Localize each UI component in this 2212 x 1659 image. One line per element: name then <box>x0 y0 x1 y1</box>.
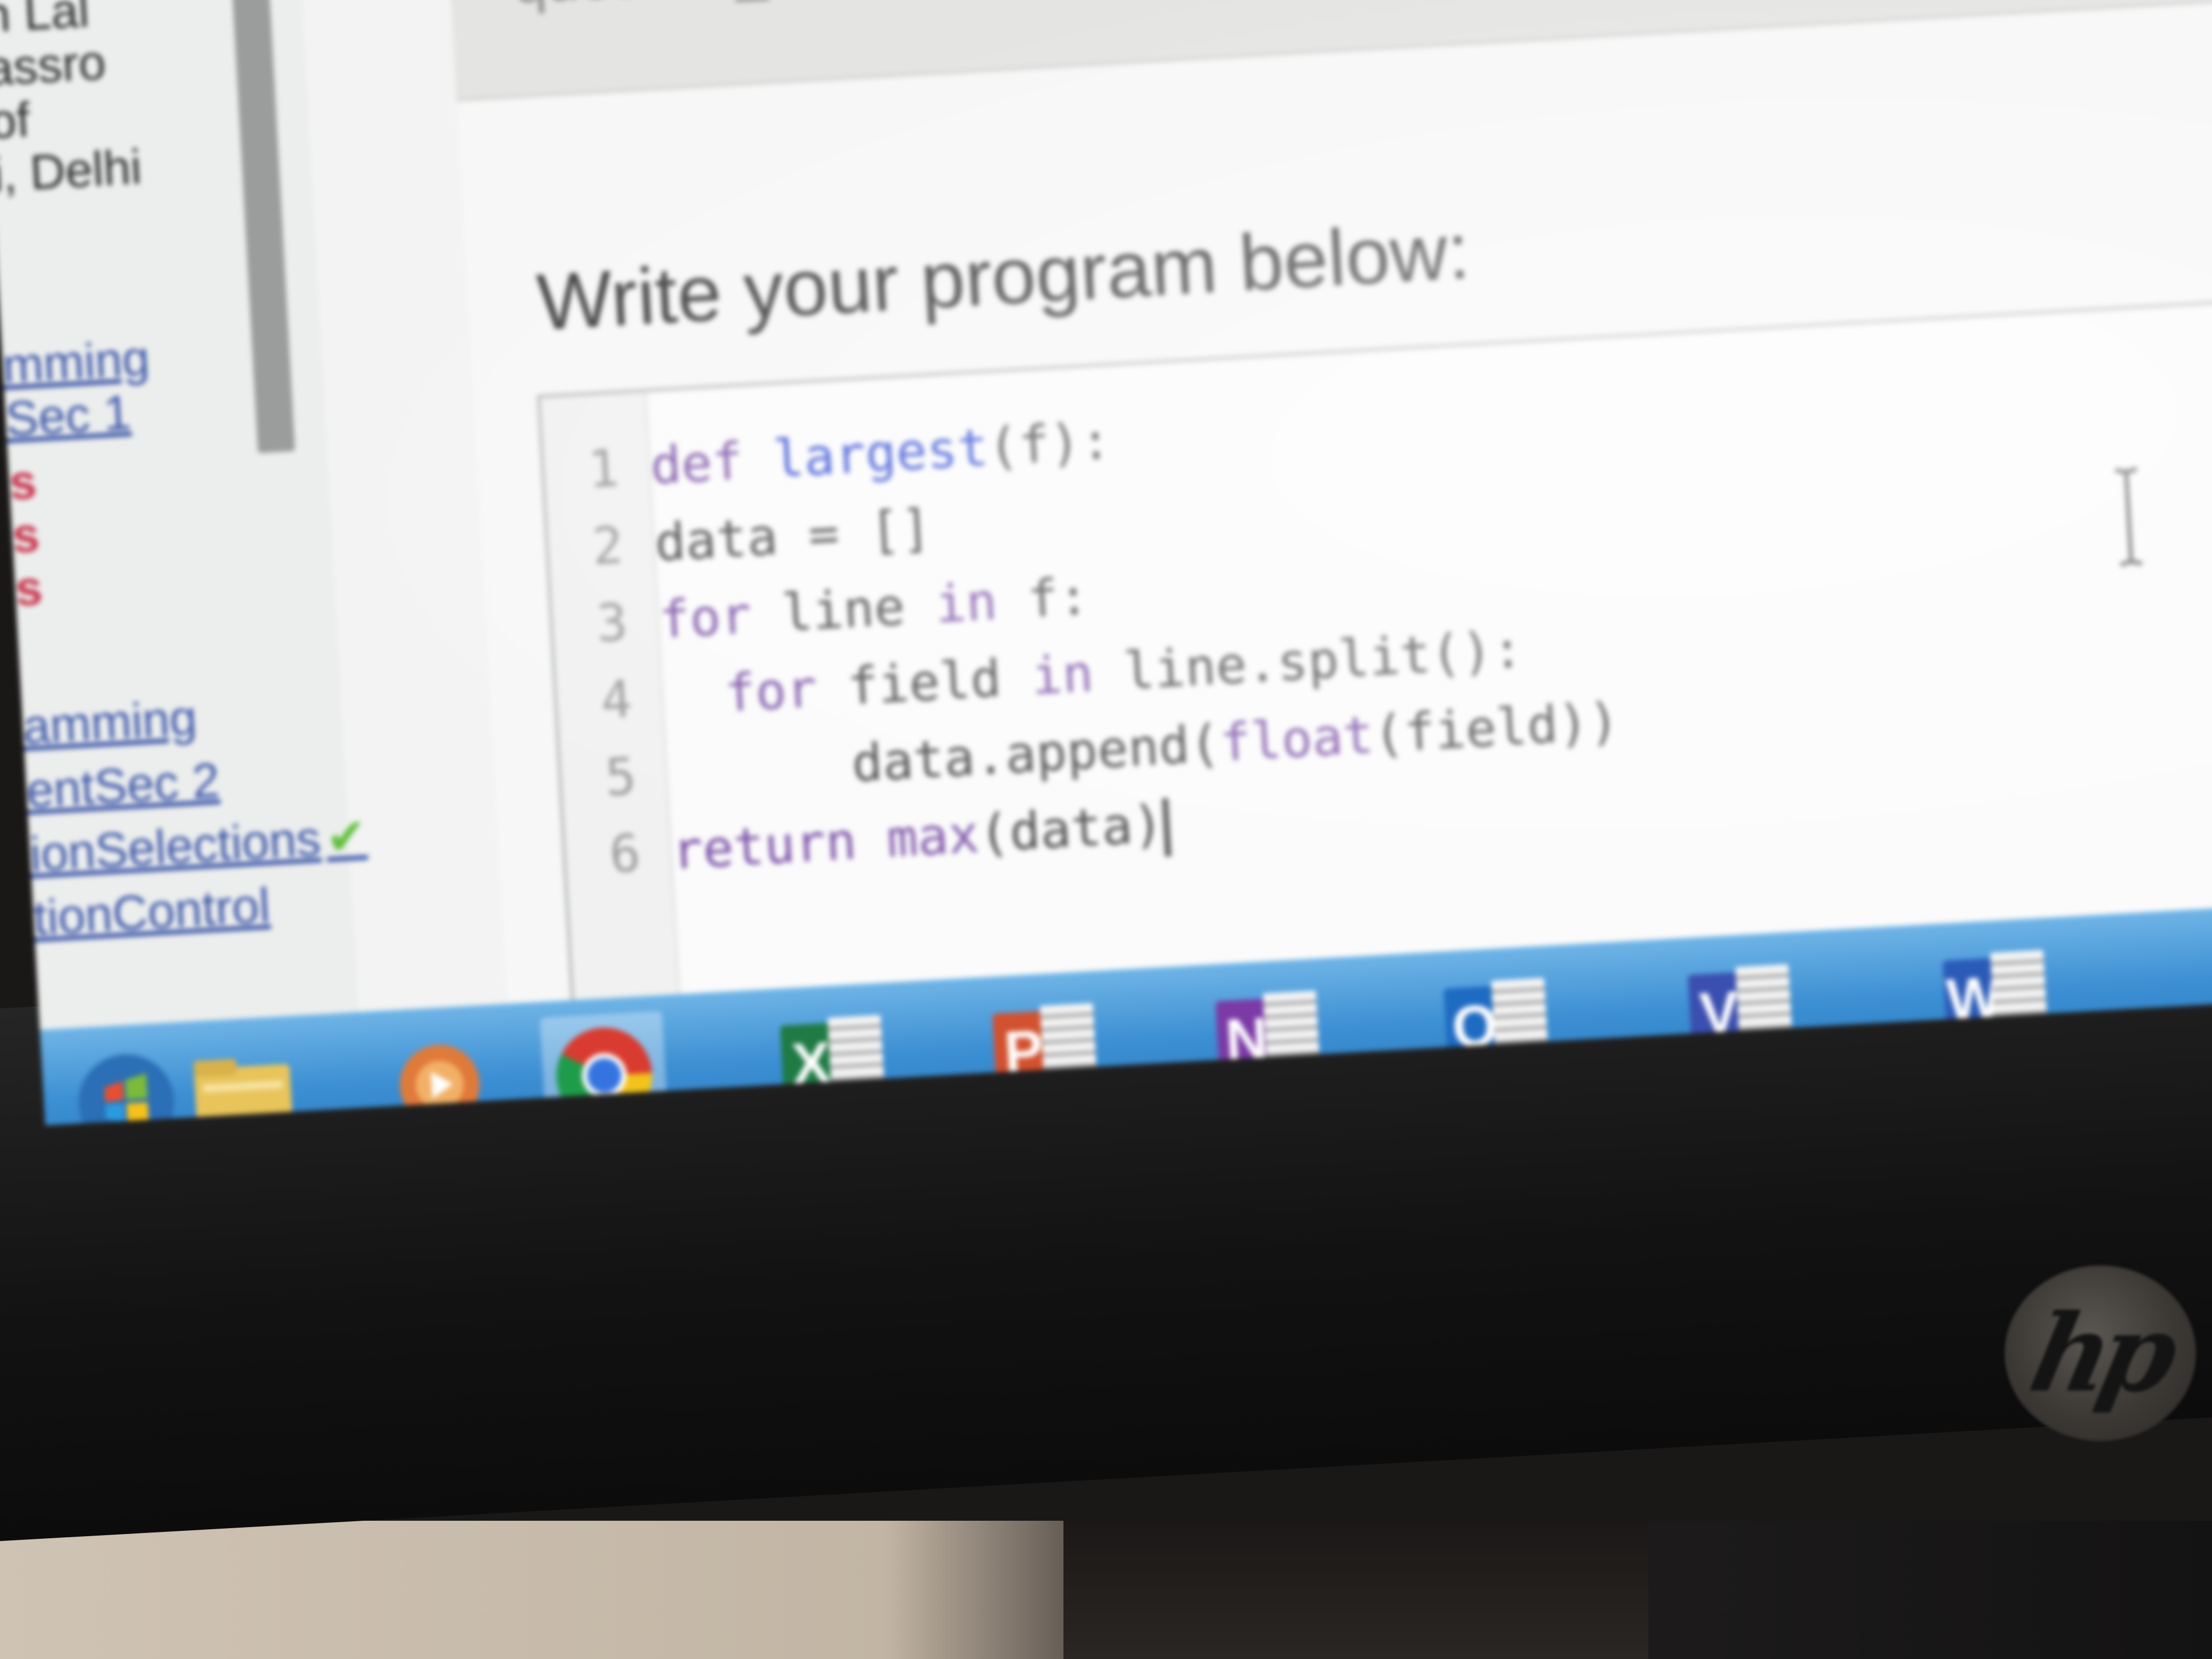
code-token: for <box>723 657 850 724</box>
code-token: in <box>934 569 1029 635</box>
code-token: data = [] <box>653 498 933 573</box>
code-token: (field)) <box>1372 691 1621 765</box>
line-number: 4 <box>599 669 634 731</box>
code-token: (data) <box>977 794 1165 864</box>
line-number: 2 <box>590 515 625 577</box>
sidebar-item[interactable]: ionSelections✔ <box>28 808 368 882</box>
question-title: question_ <box>512 0 769 16</box>
sidebar-item[interactable]: n Lal <box>0 0 90 43</box>
sidebar-item[interactable]: entSec 2 <box>25 753 221 818</box>
line-number: 5 <box>604 746 638 808</box>
hp-logo-icon: hp <box>2005 1266 2196 1441</box>
code-token: return <box>670 809 889 881</box>
code-token: in <box>1030 642 1126 707</box>
code-token: largest <box>772 417 990 490</box>
code-token: f: <box>1026 566 1091 630</box>
code-token: line.split(): <box>1122 619 1524 701</box>
program-prompt: Write your program below: <box>534 205 1472 347</box>
sidebar-item[interactable]: mming <box>1 331 150 393</box>
sidebar-item[interactable]: s <box>8 455 38 510</box>
code-token: data.append( <box>850 714 1222 794</box>
code-token: float <box>1218 705 1376 773</box>
code-token: (f): <box>986 410 1113 477</box>
check-icon: ✔ <box>324 808 368 866</box>
code-token: def <box>649 430 775 496</box>
code-token: field <box>846 647 1034 717</box>
sidebar-item[interactable]: tionControl <box>32 878 271 945</box>
line-number: 6 <box>608 823 642 885</box>
code-token: max <box>885 804 981 869</box>
sidebar-item-label: ionSelections <box>28 811 322 882</box>
line-number: 3 <box>595 592 630 654</box>
sidebar-item[interactable]: i, Delhi <box>0 140 143 203</box>
photo-scene: hp mming n Lal assro of i, Delhi mming S… <box>0 0 2212 1659</box>
line-number: 1 <box>586 438 621 500</box>
sidebar-item[interactable]: assro <box>0 35 107 96</box>
sidebar-scrollbar[interactable] <box>231 0 295 454</box>
taskbar-start-button[interactable] <box>62 1038 191 1126</box>
desk-shadow <box>1063 1521 1648 1659</box>
monitor-screen: mming n Lal assro of i, Delhi mming Sec … <box>0 0 2212 1126</box>
sidebar-item[interactable]: s <box>14 560 44 616</box>
sidebar-item[interactable]: s <box>11 507 41 563</box>
code-token: for <box>657 583 784 650</box>
code-token: line <box>780 575 937 643</box>
hp-logo-text: hp <box>2021 1291 2180 1416</box>
windows-orb-icon <box>78 1054 174 1126</box>
sidebar-item[interactable]: Sec 1 <box>4 386 132 447</box>
taskbar-explorer-button[interactable] <box>179 1031 307 1126</box>
sidebar-item[interactable]: amming <box>21 690 198 754</box>
sidebar-item[interactable]: of <box>0 93 31 149</box>
sidebar: mming n Lal assro of i, Delhi mming Sec … <box>0 0 368 1126</box>
